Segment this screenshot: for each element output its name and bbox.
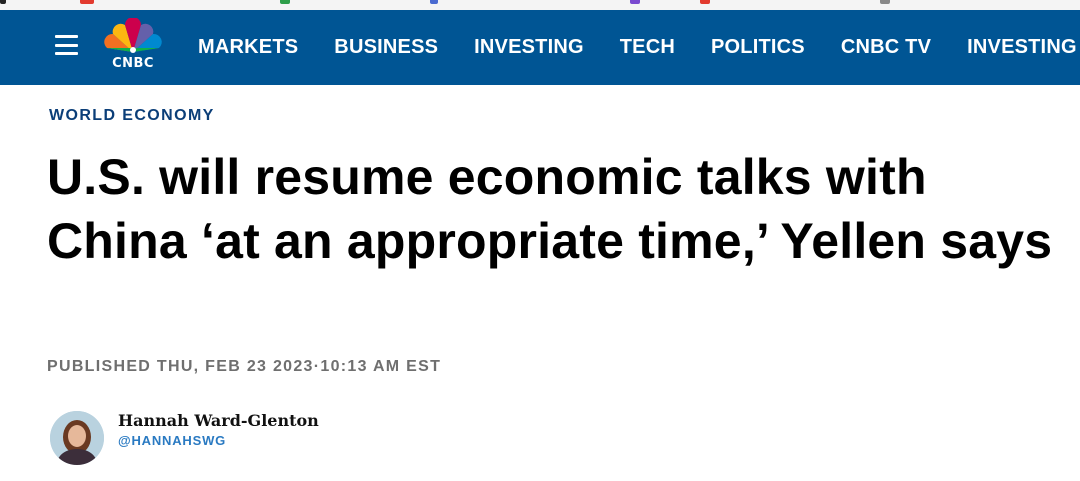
nav-item-markets[interactable]: MARKETS xyxy=(180,36,316,59)
bookmark-icon[interactable] xyxy=(430,0,438,4)
browser-bookmark-strip xyxy=(0,0,1080,10)
article-section-link[interactable]: WORLD ECONOMY xyxy=(49,107,215,125)
nav-item-politics[interactable]: POLITICS xyxy=(693,36,823,59)
nav-item-tech[interactable]: TECH xyxy=(602,36,693,59)
nav-item-cnbc-tv[interactable]: CNBC TV xyxy=(823,36,949,59)
cnbc-logo[interactable]: CNBC xyxy=(101,17,165,76)
logo-wordmark: CNBC xyxy=(112,56,154,71)
author-name-link[interactable]: Hannah Ward-Glenton xyxy=(118,411,319,430)
bookmark-icon[interactable] xyxy=(630,0,640,4)
bookmark-icon[interactable] xyxy=(280,0,290,4)
nav-item-business[interactable]: BUSINESS xyxy=(316,36,456,59)
hamburger-menu-icon[interactable] xyxy=(55,35,78,55)
nav-item-investing-club[interactable]: INVESTING xyxy=(949,36,1080,59)
peacock-icon xyxy=(104,17,162,53)
author-twitter-handle[interactable]: @HANNAHSWG xyxy=(118,433,226,448)
top-navigation-bar: CNBC MARKETS BUSINESS INVESTING TECH POL… xyxy=(0,10,1080,85)
author-avatar[interactable] xyxy=(50,411,104,465)
nav-item-investing[interactable]: INVESTING xyxy=(456,36,602,59)
author-photo-icon xyxy=(50,411,104,465)
bookmark-icon[interactable] xyxy=(0,0,6,4)
bookmark-icon[interactable] xyxy=(880,0,890,4)
nav-items: MARKETS BUSINESS INVESTING TECH POLITICS… xyxy=(180,10,1080,85)
published-timestamp: PUBLISHED THU, FEB 23 2023·10:13 AM EST xyxy=(47,358,442,375)
article-headline: U.S. will resume economic talks with Chi… xyxy=(47,149,1053,269)
bookmark-icon[interactable] xyxy=(80,0,94,4)
bookmark-icon[interactable] xyxy=(700,0,710,4)
